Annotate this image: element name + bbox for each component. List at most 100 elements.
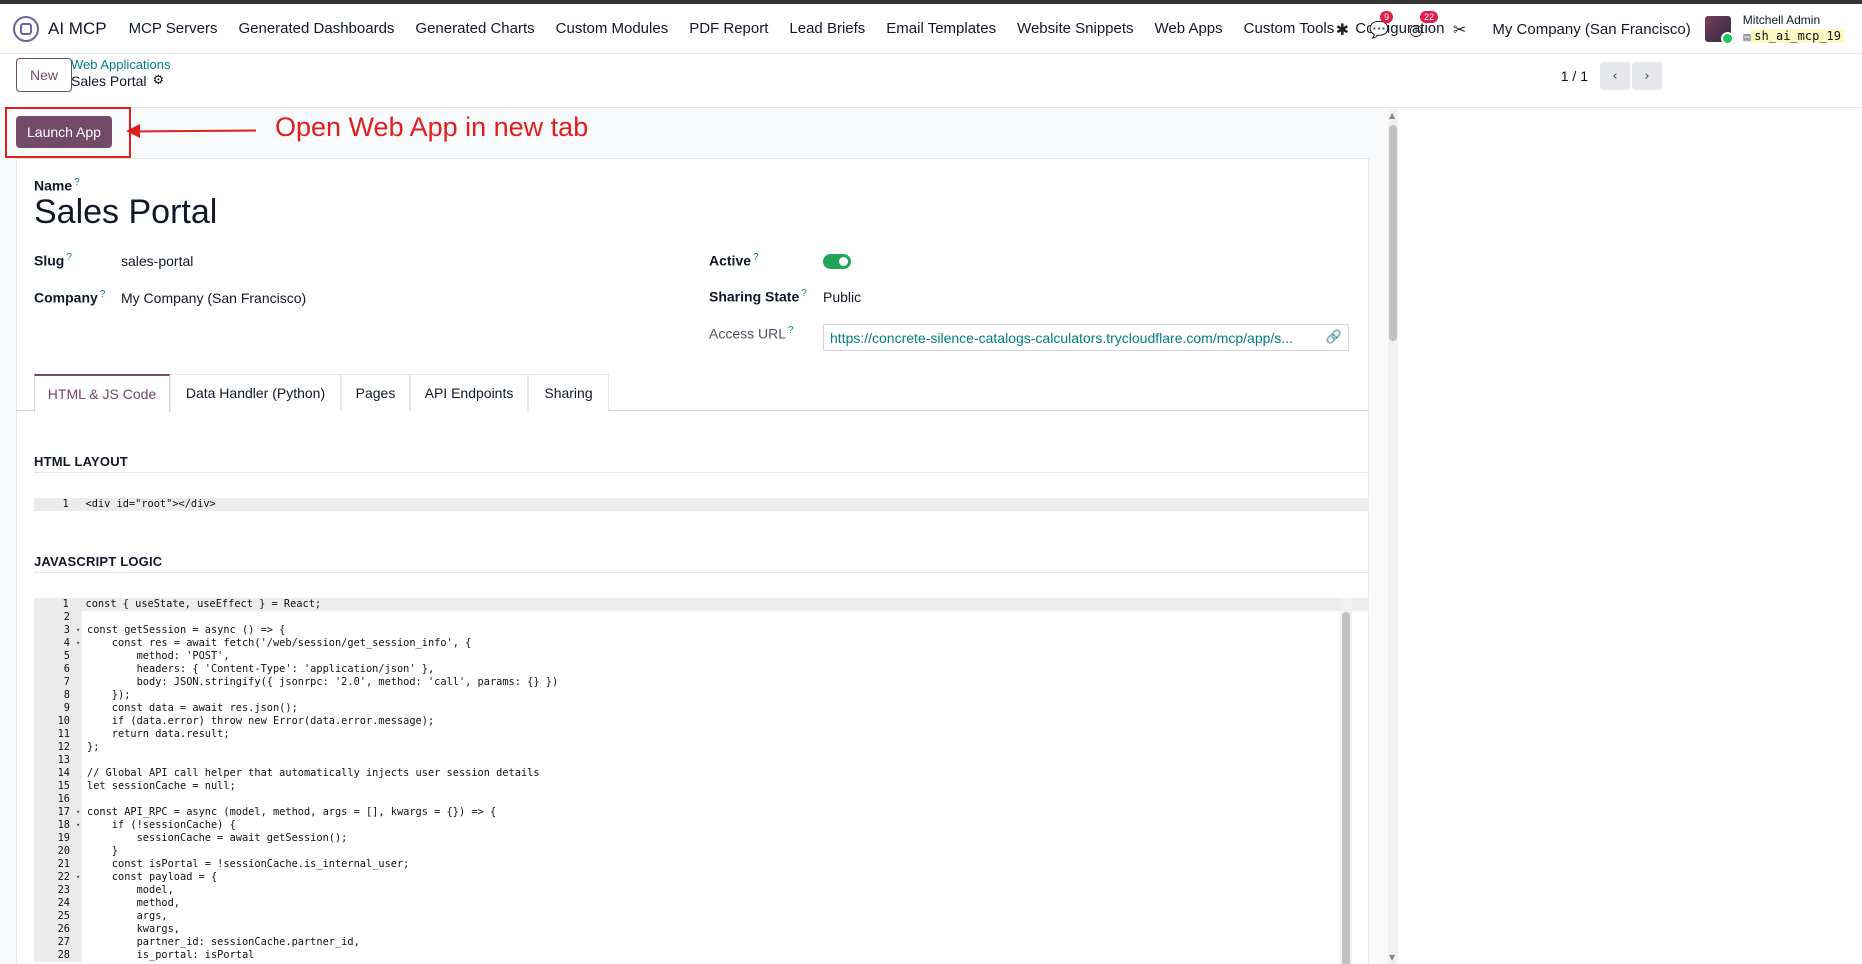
slug-label-text: Slug	[34, 252, 65, 269]
pager-previous-button[interactable]: ‹	[1600, 62, 1630, 90]
help-icon[interactable]: ?	[74, 177, 80, 188]
code-line: 11 return data.result;	[34, 728, 1369, 741]
menu-item[interactable]: Email Templates	[886, 20, 996, 37]
code-line: 2	[34, 611, 1369, 624]
gear-icon[interactable]: ⚙	[152, 73, 164, 89]
code-line: 24 method,	[34, 897, 1369, 910]
line-number: 10	[34, 715, 76, 728]
access-url-link[interactable]: https://concrete-silence-catalogs-calcul…	[830, 330, 1316, 346]
company-field[interactable]: My Company (San Francisco)	[121, 290, 306, 306]
divider	[34, 472, 1369, 473]
form-sheet: Name? Sales Portal Slug? sales-portal Co…	[16, 158, 1369, 964]
access-url-field[interactable]: https://concrete-silence-catalogs-calcul…	[823, 324, 1349, 351]
js-code-editor[interactable]: 1 const { useState, useEffect } = React; 2…	[34, 598, 1369, 962]
help-icon[interactable]: ?	[753, 252, 759, 263]
app-name[interactable]: AI MCP	[48, 19, 107, 39]
menu-item[interactable]: Lead Briefs	[789, 20, 865, 37]
code-line: 1 const { useState, useEffect } = React;	[34, 598, 1369, 611]
new-button[interactable]: New	[16, 58, 73, 92]
breadcrumb-parent[interactable]: Web Applications	[71, 57, 171, 73]
line-number: 8	[34, 689, 76, 702]
menu-item[interactable]: Generated Dashboards	[238, 20, 394, 37]
html-code-editor[interactable]: 1 <div id="root"></div>	[34, 498, 1369, 511]
control-panel: New Web Applications Sales Portal ⚙ 1 / …	[0, 54, 1862, 108]
slug-label: Slug?	[34, 252, 72, 269]
menu-item[interactable]: Web Apps	[1155, 20, 1223, 37]
line-number: 16	[34, 793, 76, 806]
scroll-up-icon[interactable]: ▲	[1389, 111, 1395, 120]
code-text: let sessionCache = null;	[87, 780, 236, 792]
top-navbar: AI MCP MCP Servers Generated Dashboards Ge…	[0, 0, 1862, 54]
tools-icon[interactable]: ✂	[1453, 20, 1466, 39]
app-logo-icon[interactable]	[13, 15, 39, 42]
database-name: sh_ai_mcp_19	[1751, 29, 1844, 43]
code-scrollbar-thumb[interactable]	[1342, 612, 1350, 964]
code-text: if (data.error) throw new Error(data.err…	[87, 715, 435, 727]
line-number: 28	[34, 949, 76, 962]
pager-next-button[interactable]: ›	[1632, 62, 1662, 90]
slug-field[interactable]: sales-portal	[121, 253, 193, 269]
sharing-state-field[interactable]: Public	[823, 289, 861, 305]
tab[interactable]: Data Handler (Python)	[170, 374, 341, 411]
code-line: 9 const data = await res.json();	[34, 702, 1369, 715]
javascript-logic-title: JAVASCRIPT LOGIC	[34, 554, 163, 569]
main-scrollbar-thumb[interactable]	[1389, 125, 1397, 341]
code-text: // Global API call helper that automatic…	[87, 767, 540, 779]
tab[interactable]: API Endpoints	[410, 374, 528, 411]
sharing-state-label-text: Sharing State	[709, 288, 800, 305]
messages-icon[interactable]: 💬 9	[1369, 10, 1394, 39]
code-line: 28 is_portal: isPortal	[34, 949, 1369, 962]
code-line: 19 sessionCache = await getSession();	[34, 832, 1369, 845]
messages-badge: 9	[1380, 10, 1394, 23]
activities-icon[interactable]: ◷ 22	[1409, 10, 1439, 39]
code-text: const { useState, useEffect } = React;	[80, 598, 1369, 611]
link-icon[interactable]: 🔗	[1326, 330, 1342, 345]
company-label-text: Company	[34, 289, 98, 306]
tab[interactable]: HTML & JS Code	[34, 374, 170, 412]
main-scrollbar[interactable]: ▲ ▼	[1388, 109, 1398, 964]
menu-item[interactable]: Custom Modules	[556, 20, 669, 37]
user-avatar[interactable]	[1704, 16, 1734, 45]
breadcrumb-current: Sales Portal ⚙	[71, 73, 171, 89]
menu-item[interactable]: Generated Charts	[415, 20, 534, 37]
scroll-down-icon[interactable]: ▼	[1389, 953, 1395, 962]
menu-item[interactable]: PDF Report	[689, 20, 768, 37]
user-menu[interactable]: Mitchell Admin ▤ sh_ai_mcp_19	[1743, 13, 1844, 45]
tab[interactable]: Pages	[341, 374, 410, 411]
help-icon[interactable]: ?	[66, 252, 72, 263]
line-number: 2	[34, 611, 76, 624]
company-switcher[interactable]: My Company (San Francisco)	[1492, 21, 1690, 38]
divider	[34, 572, 1369, 573]
annotation-callout: Open Web App in new tab	[275, 112, 589, 142]
code-line: 27 partner_id: sessionCache.partner_id,	[34, 936, 1369, 949]
line-number: 14	[34, 767, 76, 780]
active-toggle[interactable]	[823, 254, 851, 269]
help-icon[interactable]: ?	[100, 289, 106, 300]
menu-item[interactable]: MCP Servers	[129, 20, 218, 37]
help-icon[interactable]: ?	[801, 288, 807, 299]
line-number: 15	[34, 780, 76, 793]
line-number: 23	[34, 884, 76, 897]
menu-item[interactable]: Website Snippets	[1017, 20, 1133, 37]
active-label-text: Active	[709, 252, 752, 269]
code-line: 14 // Global API call helper that automat…	[34, 767, 1369, 780]
pager-value[interactable]: 1 / 1	[1561, 68, 1588, 84]
code-text: const data = await res.json();	[87, 702, 298, 714]
code-text: const API_RPC = async (model, method, ar…	[87, 806, 497, 818]
code-text: };	[87, 741, 100, 753]
name-field[interactable]: Sales Portal	[34, 193, 217, 232]
code-scrollbar[interactable]	[1340, 598, 1352, 964]
name-label: Name?	[34, 177, 80, 194]
line-number: 19	[34, 832, 76, 845]
help-icon[interactable]: ?	[788, 325, 794, 336]
line-number: 26	[34, 923, 76, 936]
code-text: <div id="root"></div>	[80, 498, 1369, 511]
tab[interactable]: Sharing	[528, 374, 609, 411]
code-line: 4 ▾ const res = await fetch('/web/session…	[34, 637, 1369, 650]
launch-app-button[interactable]: Launch App	[16, 116, 112, 148]
bug-icon[interactable]: ✱	[1336, 20, 1349, 39]
code-line: 16	[34, 793, 1369, 806]
annotation-arrow-head	[126, 124, 140, 138]
line-number: 3	[34, 624, 76, 637]
